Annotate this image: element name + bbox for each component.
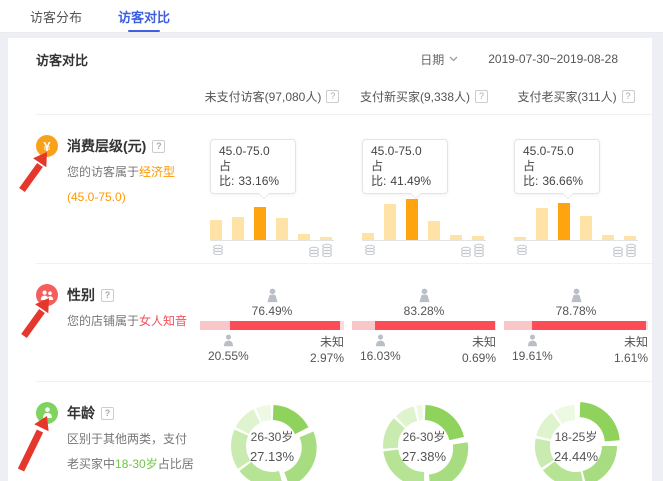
help-icon[interactable]: ?: [326, 90, 339, 103]
consumption-label-cell: ¥ 消费层级(元) ? 您的访客属于经济型(45.0-75.0): [36, 115, 196, 263]
page-title: 访客对比: [36, 50, 88, 69]
coins-high-icon: [612, 243, 638, 257]
female-segment: [230, 321, 340, 330]
unknown-block: 未知 2.97%: [310, 334, 344, 366]
chevron-down-icon: [449, 56, 458, 62]
column-header-unpaid: 未支付访客(97,080人) ?: [196, 88, 348, 105]
female-percentage: 83.28%: [404, 304, 445, 318]
help-icon[interactable]: ?: [475, 90, 488, 103]
unknown-block: 未知 1.61%: [614, 334, 648, 366]
coin-low-icon: [212, 243, 224, 255]
tab-visitor-comparison[interactable]: 访客对比: [118, 0, 170, 32]
column-header-row: 未支付访客(97,080人) ? 支付新买家(9,338人) ? 支付老买家(3…: [8, 78, 652, 114]
donut-center-label: 26-30岁 27.38%: [376, 398, 472, 481]
age-description: 区别于其他两类，支付老买家中18-30岁占比居多: [67, 427, 195, 481]
female-icon: [265, 288, 280, 303]
male-percentage: 19.61%: [512, 349, 553, 363]
column-header-new-buyers: 支付新买家(9,338人) ?: [348, 88, 500, 105]
row-gender: 性别 ? 您的店铺属于女人知音 76.49%: [8, 264, 652, 381]
gender-cell-old-buyers: 78.78% 19.61% 未知: [500, 264, 652, 381]
gender-chart[interactable]: 76.49% 20.55% 未知: [200, 288, 344, 366]
age-cell-new-buyers: 26-30岁 27.38%: [348, 382, 500, 481]
unknown-percentage: 0.69%: [462, 350, 496, 366]
male-icon: [526, 334, 539, 347]
price-axis-icons: [362, 243, 486, 257]
male-icon: [222, 334, 235, 347]
female-segment: [375, 321, 495, 330]
gender-chart[interactable]: 78.78% 19.61% 未知: [504, 288, 648, 366]
date-dropdown[interactable]: 日期: [420, 51, 458, 68]
unknown-block: 未知 0.69%: [462, 334, 496, 366]
row-title: 消费层级(元): [67, 136, 146, 156]
consumption-cell-unpaid: 45.0-75.0 占比:33.16%: [196, 115, 348, 263]
help-icon[interactable]: ?: [101, 407, 114, 420]
female-percentage: 76.49%: [252, 304, 293, 318]
row-title: 性别: [67, 285, 95, 305]
male-percentage: 16.03%: [360, 349, 401, 363]
coins-high-icon: [308, 243, 334, 257]
male-segment: [352, 321, 375, 330]
row-title: 年龄: [67, 403, 95, 423]
male-icon: [374, 334, 387, 347]
help-icon[interactable]: ?: [622, 90, 635, 103]
row-age: 年龄 ? 区别于其他两类，支付老买家中18-30岁占比居多 26-30岁 27.…: [8, 382, 652, 481]
gender-stacked-bar: [352, 321, 496, 330]
gender-cell-unpaid: 76.49% 20.55% 未知: [196, 264, 348, 381]
unknown-segment: [340, 321, 344, 330]
card-header: 访客对比 日期 2019-07-30~2019-08-28: [8, 38, 652, 72]
female-percentage: 78.78%: [556, 304, 597, 318]
unknown-percentage: 2.97%: [310, 350, 344, 366]
gender-stacked-bar: [200, 321, 344, 330]
donut-center-label: 18-25岁 24.44%: [528, 398, 624, 481]
bar-tooltip: 45.0-75.0 占比:33.16%: [210, 139, 296, 194]
gender-cell-new-buyers: 83.28% 16.03% 未知: [348, 264, 500, 381]
top-tab-bar: 访客分布 访客对比: [0, 0, 663, 33]
help-icon[interactable]: ?: [152, 140, 165, 153]
consumption-bar-chart[interactable]: [362, 197, 486, 241]
visitor-comparison-card: 访客对比 日期 2019-07-30~2019-08-28 未支付访客(97,0…: [8, 38, 652, 481]
age-cell-unpaid: 26-30岁 27.13%: [196, 382, 348, 481]
female-segment: [532, 321, 645, 330]
age-cell-old-buyers: 18-25岁 24.44%: [500, 382, 652, 481]
consumption-cell-new-buyers: 45.0-75.0 占比:41.49%: [348, 115, 500, 263]
unknown-segment: [646, 321, 648, 330]
gender-chart[interactable]: 83.28% 16.03% 未知: [352, 288, 496, 366]
male-segment: [504, 321, 532, 330]
header-right: 日期 2019-07-30~2019-08-28: [420, 51, 632, 68]
consumption-bar-chart[interactable]: [210, 197, 334, 241]
age-label-cell: 年龄 ? 区别于其他两类，支付老买家中18-30岁占比居多: [36, 382, 196, 481]
coin-low-icon: [516, 243, 528, 255]
male-segment: [200, 321, 230, 330]
date-dropdown-label: 日期: [420, 51, 444, 68]
unknown-segment: [495, 321, 496, 330]
bar-tooltip: 45.0-75.0 占比:41.49%: [362, 139, 448, 194]
price-axis-icons: [514, 243, 638, 257]
consumption-cell-old-buyers: 45.0-75.0 占比:36.66%: [500, 115, 652, 263]
date-range-select[interactable]: 2019-07-30~2019-08-28: [488, 52, 632, 66]
tab-visitor-distribution[interactable]: 访客分布: [30, 0, 82, 32]
donut-center-label: 26-30岁 27.13%: [224, 398, 320, 481]
yen-icon: ¥: [36, 135, 58, 157]
coin-low-icon: [364, 243, 376, 255]
row-consumption-level: ¥ 消费层级(元) ? 您的访客属于经济型(45.0-75.0) 45.0-75…: [8, 115, 652, 263]
consumption-description: 您的访客属于经济型(45.0-75.0): [67, 160, 195, 210]
gender-description: 您的店铺属于女人知音: [67, 309, 195, 334]
unknown-percentage: 1.61%: [614, 350, 648, 366]
female-icon: [417, 288, 432, 303]
bar-tooltip: 45.0-75.0 占比:36.66%: [514, 139, 600, 194]
column-header-old-buyers: 支付老买家(311人) ?: [500, 88, 652, 105]
help-icon[interactable]: ?: [101, 289, 114, 302]
consumption-bar-chart[interactable]: [514, 197, 638, 241]
gender-stacked-bar: [504, 321, 648, 330]
female-icon: [569, 288, 584, 303]
gender-label-cell: 性别 ? 您的店铺属于女人知音: [36, 264, 196, 381]
male-percentage: 20.55%: [208, 349, 249, 363]
person-icon: [36, 402, 58, 424]
people-icon: [36, 284, 58, 306]
price-axis-icons: [210, 243, 334, 257]
coins-high-icon: [460, 243, 486, 257]
